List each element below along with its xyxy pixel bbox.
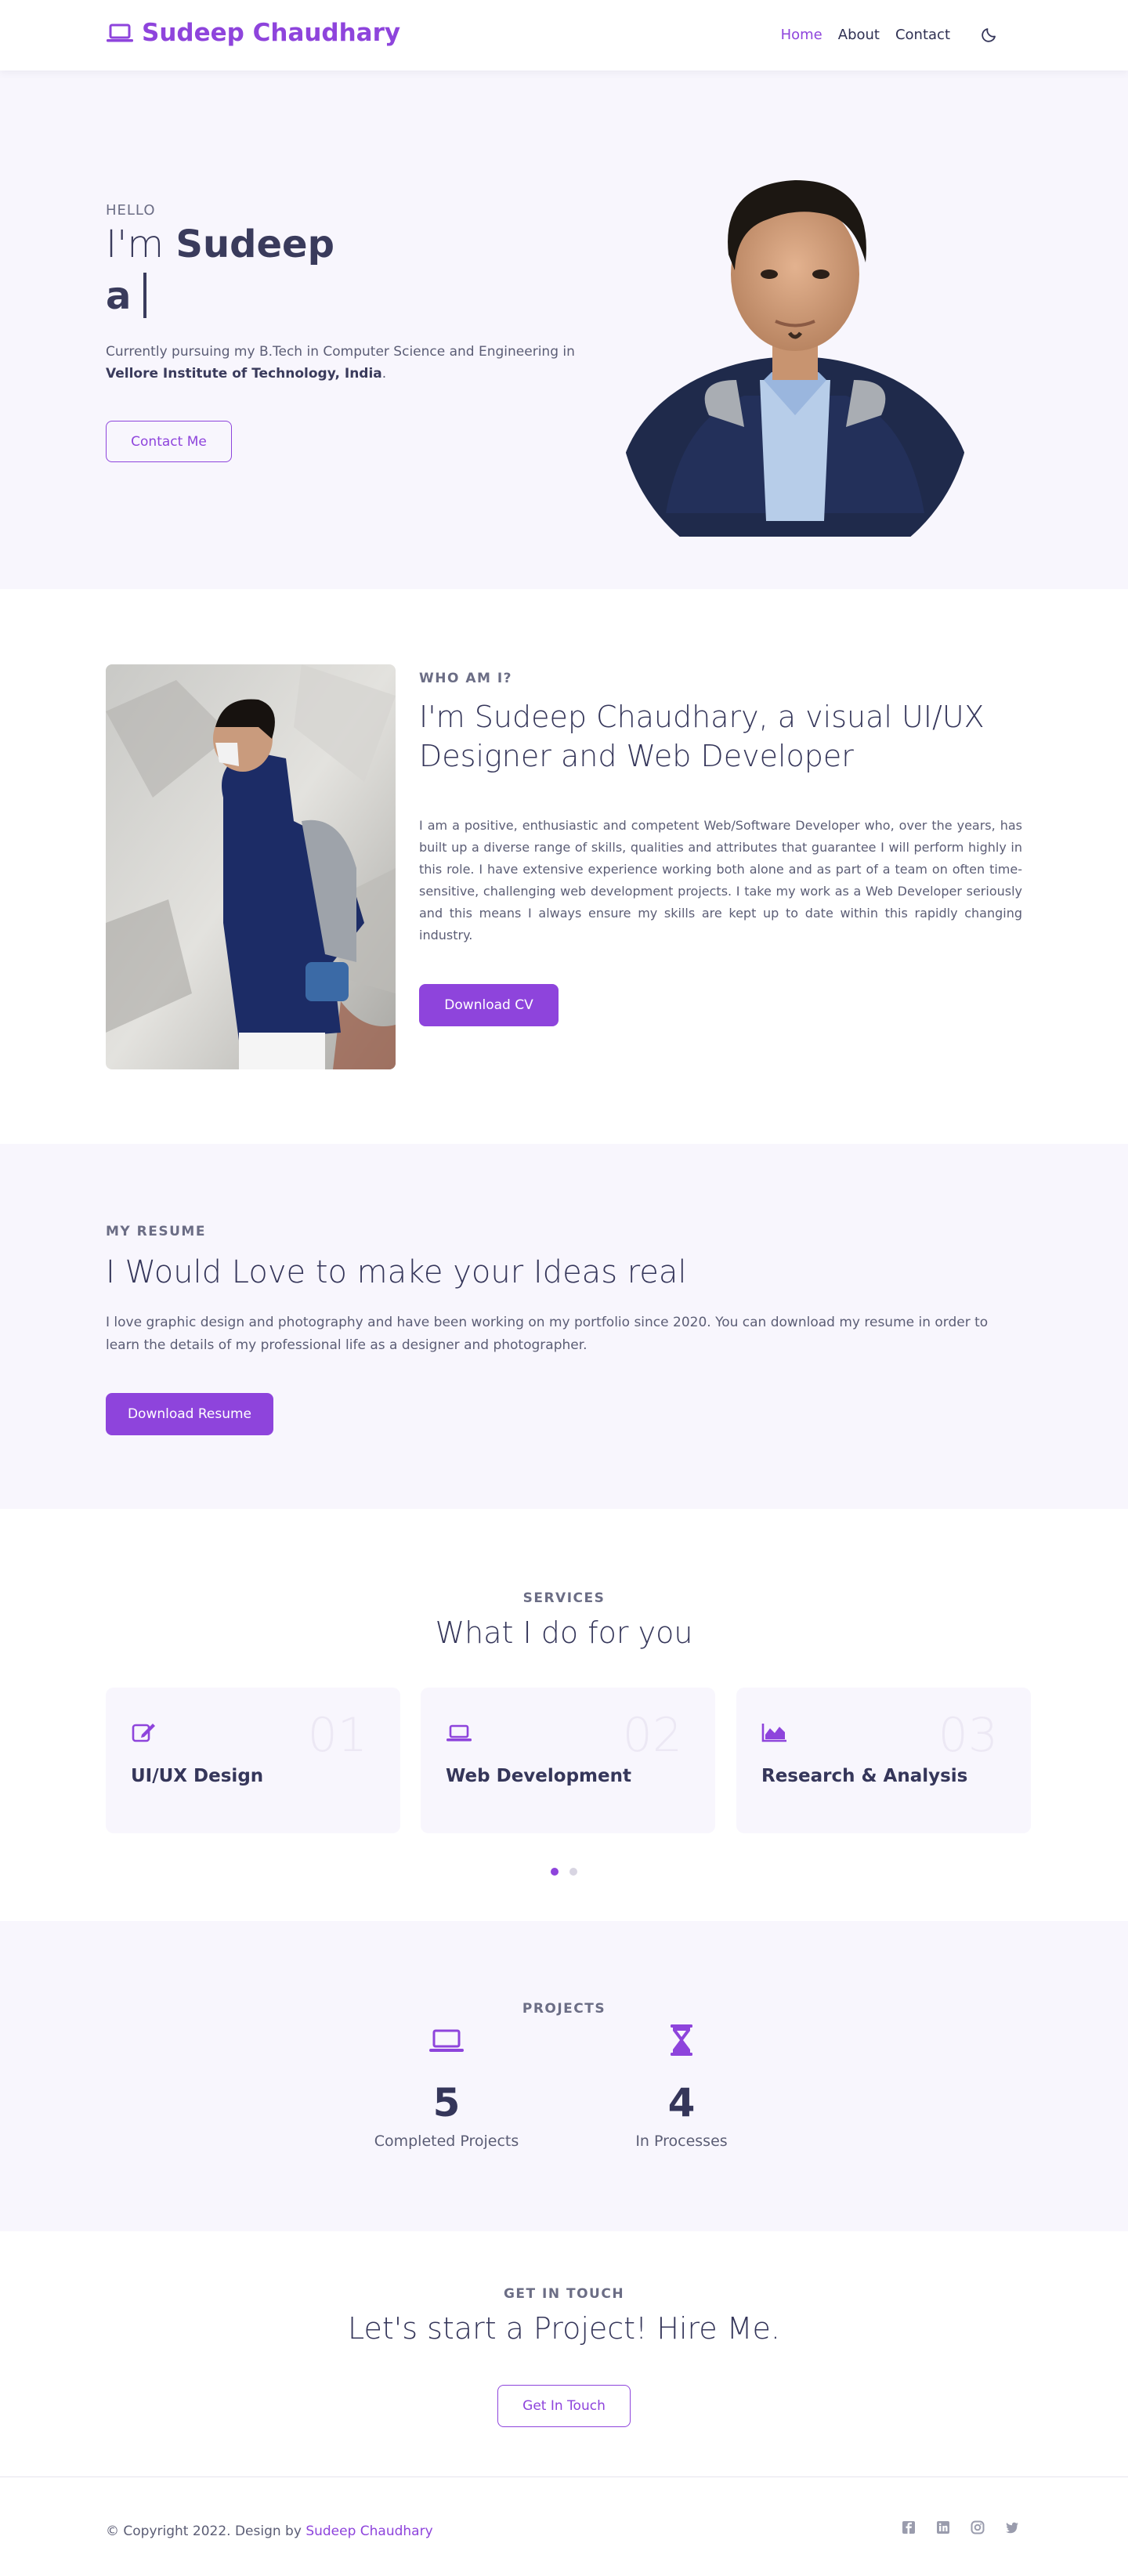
edit-icon <box>132 1724 155 1742</box>
hero-title-prefix: I'm <box>106 223 164 266</box>
services-title: What I do for you <box>435 1615 693 1650</box>
carousel-pagination <box>0 1868 1128 1876</box>
contact-eyebrow: GET IN TOUCH <box>503 2286 625 2302</box>
hero-title-name: Sudeep <box>175 223 334 266</box>
hero-school: Vellore Institute of Technology, India <box>106 366 382 382</box>
hero-greeting: HELLO <box>106 202 156 219</box>
carousel-dot[interactable] <box>569 1868 577 1876</box>
hero-description-suffix: . <box>381 366 387 382</box>
project-stat-value: 4 <box>667 2080 696 2126</box>
about-photo <box>106 664 396 1069</box>
nav-links: Home About Contact <box>781 25 999 44</box>
profile-portrait <box>619 180 971 537</box>
service-title: Research & Analysis <box>761 1766 968 1786</box>
twitter-link[interactable] <box>1005 2520 1019 2534</box>
typing-cursor <box>143 273 147 318</box>
footer: © Copyright 2022. Design by Sudeep Chaud… <box>0 2477 1128 2576</box>
copyright-text: © Copyright 2022. Design by <box>106 2524 302 2539</box>
nav-about[interactable]: About <box>838 27 880 43</box>
hero-description: Currently pursuing my B.Tech in Computer… <box>106 341 576 385</box>
projects-section: PROJECTS 5 Completed Projects 4 In Proce… <box>0 1921 1128 2231</box>
project-stat: 5 Completed Projects <box>352 2023 540 2150</box>
linkedin-link[interactable] <box>936 2520 950 2534</box>
instagram-icon <box>971 2520 985 2534</box>
service-card[interactable]: 03 Research & Analysis <box>736 1688 1031 1833</box>
theme-toggle-button[interactable] <box>980 25 999 44</box>
service-title: UI/UX Design <box>131 1766 264 1786</box>
hero-description-prefix: Currently pursuing my B.Tech in Computer… <box>106 344 575 360</box>
service-title: Web Development <box>446 1766 631 1786</box>
service-card[interactable]: 02 Web Development <box>421 1688 715 1833</box>
resume-text: I love graphic design and photography an… <box>106 1315 989 1353</box>
service-number: 01 <box>307 1708 367 1763</box>
service-card[interactable]: 01 UI/UX Design <box>106 1688 400 1833</box>
service-number: 02 <box>622 1708 682 1763</box>
about-text: I am a positive, enthusiastic and compet… <box>419 818 1022 942</box>
project-stat-label: Completed Projects <box>374 2133 519 2150</box>
download-resume-button[interactable]: Download Resume <box>106 1393 273 1435</box>
facebook-icon <box>902 2521 915 2534</box>
author-link[interactable]: Sudeep Chaudhary <box>306 2524 432 2539</box>
laptop-icon <box>446 1724 472 1742</box>
project-stat: 4 In Processes <box>588 2023 776 2150</box>
project-stat-label: In Processes <box>635 2133 728 2150</box>
about-title: I'm Sudeep Chaudhary, a visual UI/UX Des… <box>419 700 985 773</box>
laptop-icon <box>429 2029 464 2052</box>
about-eyebrow: WHO AM I? <box>419 671 513 686</box>
linkedin-icon <box>937 2521 949 2534</box>
services-eyebrow: SERVICES <box>522 1590 606 1606</box>
twitter-icon <box>1006 2522 1018 2534</box>
resume-eyebrow: MY RESUME <box>106 1224 206 1239</box>
project-stat-value: 5 <box>432 2080 461 2126</box>
download-cv-button[interactable]: Download CV <box>419 984 559 1026</box>
carousel-dot-active[interactable] <box>551 1868 559 1876</box>
brand-link[interactable]: Sudeep Chaudhary <box>106 19 400 47</box>
hero-title: I'm Sudeep <box>106 219 334 270</box>
resume-section: MY RESUME I Would Love to make your Idea… <box>0 1144 1128 1509</box>
get-in-touch-button[interactable]: Get In Touch <box>497 2385 631 2427</box>
brand-name: Sudeep Chaudhary <box>142 19 401 47</box>
copyright: © Copyright 2022. Design by Sudeep Chaud… <box>106 2524 433 2539</box>
contact-me-button[interactable]: Contact Me <box>106 421 232 462</box>
social-links <box>902 2520 1019 2534</box>
instagram-link[interactable] <box>971 2520 985 2534</box>
facebook-link[interactable] <box>902 2520 916 2534</box>
area-chart-icon <box>761 1724 786 1742</box>
laptop-icon <box>107 24 133 42</box>
projects-eyebrow: PROJECTS <box>522 2001 606 2017</box>
navbar: Sudeep Chaudhary Home About Contact <box>0 0 1128 71</box>
resume-title: I Would Love to make your Ideas real <box>106 1254 687 1290</box>
hourglass-icon <box>671 2024 692 2056</box>
hero-section: HELLO I'm Sudeep a Currently pursuing my… <box>0 71 1128 589</box>
hero-typed-line: a <box>106 271 147 321</box>
contact-title: Let's start a Project! Hire Me. <box>347 2311 780 2346</box>
service-number: 03 <box>938 1708 998 1763</box>
moon-icon <box>982 28 996 42</box>
nav-home[interactable]: Home <box>781 27 822 43</box>
nav-contact[interactable]: Contact <box>895 27 950 43</box>
hero-typed-text: a <box>106 274 132 318</box>
